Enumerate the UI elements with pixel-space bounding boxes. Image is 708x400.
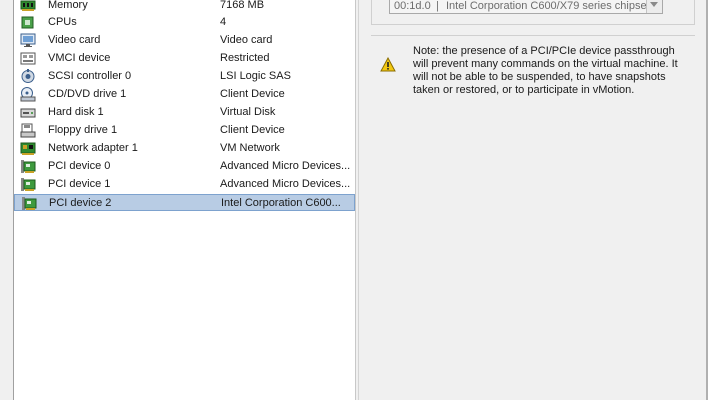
hardware-summary: Intel Corporation C600... — [221, 197, 341, 209]
hardware-row-video-card[interactable]: Video card Video card — [14, 32, 355, 49]
hardware-name: PCI device 2 — [49, 197, 112, 209]
hardware-name: Video card — [48, 34, 101, 46]
hardware-name: CD/DVD drive 1 — [48, 88, 127, 100]
hardware-row-scsi-controller[interactable]: SCSI controller 0 LSI Logic SAS — [14, 68, 355, 85]
warning-icon — [380, 56, 396, 72]
hardware-name: VMCI device — [48, 52, 111, 64]
memory-icon — [20, 0, 36, 13]
hardware-row-cd-dvd-drive[interactable]: CD/DVD drive 1 Client Device — [14, 86, 355, 103]
hardware-row-pci-device-1[interactable]: PCI device 1 Advanced Micro Devices... — [14, 176, 355, 193]
passthrough-note: Note: the presence of a PCI/PCIe device … — [413, 45, 678, 96]
hardware-summary: Client Device — [220, 88, 285, 100]
cpu-icon — [20, 15, 36, 30]
hardware-row-hard-disk[interactable]: Hard disk 1 Virtual Disk — [14, 104, 355, 121]
cd-dvd-drive-icon — [20, 87, 36, 102]
hardware-name: PCI device 0 — [48, 160, 111, 172]
hardware-summary: Video card — [220, 34, 273, 46]
hardware-summary: 4 — [220, 16, 227, 28]
dropdown-button[interactable] — [646, 0, 662, 13]
hard-disk-icon — [20, 105, 36, 120]
hardware-row-pci-device-0[interactable]: PCI device 0 Advanced Micro Devices... — [14, 158, 355, 175]
video-card-icon — [20, 33, 36, 48]
panel-divider — [358, 0, 359, 400]
pci-device-icon — [21, 196, 37, 211]
hardware-name: Network adapter 1 — [48, 142, 138, 154]
hardware-summary: Virtual Disk — [220, 106, 276, 118]
hardware-row-floppy-drive[interactable]: Floppy drive 1 Client Device — [14, 122, 355, 139]
hardware-name: Floppy drive 1 — [48, 124, 118, 136]
hardware-summary: Advanced Micro Devices... — [220, 178, 351, 190]
pci-device-select[interactable]: 00:1d.0 | Intel Corporation C600/X79 ser… — [389, 0, 663, 14]
hardware-summary: Advanced Micro Devices... — [220, 160, 351, 172]
floppy-drive-icon — [20, 123, 36, 138]
pci-device-separator: | — [436, 0, 439, 12]
pci-device-icon — [20, 177, 36, 192]
pci-device-icon — [20, 159, 36, 174]
hardware-summary: VM Network — [220, 142, 280, 154]
hardware-name: SCSI controller 0 — [48, 70, 132, 82]
hardware-row-memory[interactable]: Memory 7168 MB — [14, 0, 355, 14]
scsi-controller-icon — [20, 69, 36, 84]
hardware-row-pci-device-2[interactable]: PCI device 2 Intel Corporation C600... — [14, 194, 355, 211]
section-divider — [371, 35, 695, 36]
hardware-row-cpus[interactable]: CPUs 4 — [14, 14, 355, 31]
hardware-row-network-adapter[interactable]: Network adapter 1 VM Network — [14, 140, 355, 157]
chevron-down-icon — [650, 2, 658, 7]
hardware-summary: LSI Logic SAS — [220, 70, 291, 82]
hardware-name: CPUs — [48, 16, 77, 28]
vm-properties-window: Memory 7168 MB CPUs 4 Video card Video c… — [0, 0, 708, 400]
hardware-name: Memory — [48, 0, 88, 11]
hardware-summary: Client Device — [220, 124, 285, 136]
hardware-summary: 7168 MB — [220, 0, 265, 11]
hardware-list: Memory 7168 MB CPUs 4 Video card Video c… — [13, 0, 356, 400]
pci-device-id: 00:1d.0 — [394, 0, 431, 12]
hardware-name: PCI device 1 — [48, 178, 111, 190]
hardware-name: Hard disk 1 — [48, 106, 104, 118]
vmci-device-icon — [20, 51, 36, 66]
pci-device-name: Intel Corporation C600/X79 series chipse… — [446, 0, 650, 12]
network-adapter-icon — [20, 141, 36, 156]
hardware-summary: Restricted — [220, 52, 270, 64]
hardware-row-vmci-device[interactable]: VMCI device Restricted — [14, 50, 355, 67]
